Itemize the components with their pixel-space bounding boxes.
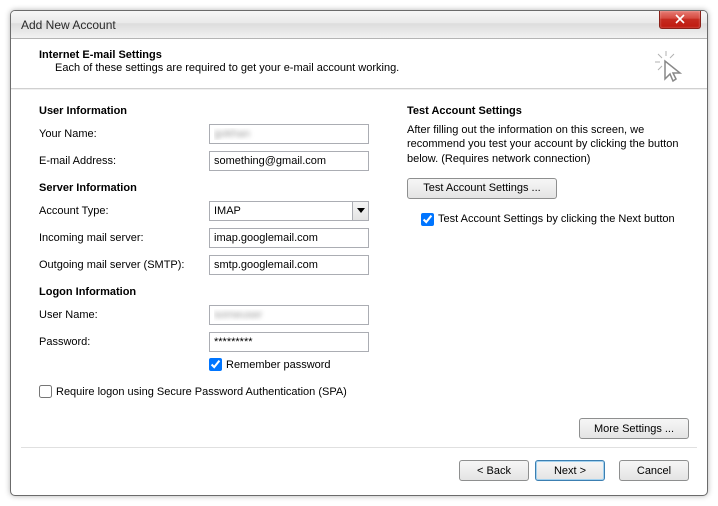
cursor-icon xyxy=(653,49,689,88)
left-column: User Information Your Name: E-mail Addre… xyxy=(39,101,399,418)
row-password: Password: xyxy=(39,331,399,353)
row-remember-password: Remember password xyxy=(209,358,399,371)
label-incoming: Incoming mail server: xyxy=(39,232,209,244)
cancel-button[interactable]: Cancel xyxy=(619,460,689,481)
spa-label: Require logon using Secure Password Auth… xyxy=(56,386,347,398)
incoming-input[interactable] xyxy=(209,228,369,248)
row-spa: Require logon using Secure Password Auth… xyxy=(39,385,399,398)
more-settings-button[interactable]: More Settings ... xyxy=(579,418,689,439)
test-on-next-label: Test Account Settings by clicking the Ne… xyxy=(438,213,675,225)
label-email: E-mail Address: xyxy=(39,155,209,167)
dialog-header: Internet E-mail Settings Each of these s… xyxy=(11,39,707,89)
row-outgoing: Outgoing mail server (SMTP): xyxy=(39,254,399,276)
label-account-type: Account Type: xyxy=(39,205,209,217)
row-user-name: User Name: xyxy=(39,304,399,326)
row-email: E-mail Address: xyxy=(39,150,399,172)
password-input[interactable] xyxy=(209,332,369,352)
remember-password-label: Remember password xyxy=(226,359,331,371)
account-type-value: IMAP xyxy=(214,205,241,217)
row-test-on-next: Test Account Settings by clicking the Ne… xyxy=(421,213,689,226)
chevron-down-icon xyxy=(352,202,368,220)
dialog-body: User Information Your Name: E-mail Addre… xyxy=(11,89,707,418)
account-type-combo[interactable]: IMAP xyxy=(209,201,369,221)
row-account-type: Account Type: IMAP xyxy=(39,200,399,222)
email-input[interactable] xyxy=(209,151,369,171)
row-your-name: Your Name: xyxy=(39,123,399,145)
section-server-info: Server Information xyxy=(39,182,399,194)
label-user-name: User Name: xyxy=(39,309,209,321)
back-button[interactable]: < Back xyxy=(459,460,529,481)
label-password: Password: xyxy=(39,336,209,348)
section-logon-info: Logon Information xyxy=(39,286,399,298)
dialog-body-wrap: User Information Your Name: E-mail Addre… xyxy=(11,89,707,495)
titlebar: Add New Account xyxy=(11,11,707,39)
header-subtitle: Each of these settings are required to g… xyxy=(55,62,691,74)
section-test: Test Account Settings xyxy=(407,105,689,117)
test-account-button[interactable]: Test Account Settings ... xyxy=(407,178,557,199)
section-user-info: User Information xyxy=(39,105,399,117)
user-name-input[interactable] xyxy=(209,305,369,325)
label-outgoing: Outgoing mail server (SMTP): xyxy=(39,259,209,271)
window-title: Add New Account xyxy=(21,18,116,32)
test-on-next-checkbox[interactable] xyxy=(421,213,434,226)
spa-checkbox[interactable] xyxy=(39,385,52,398)
header-title: Internet E-mail Settings xyxy=(39,49,691,61)
next-button[interactable]: Next > xyxy=(535,460,605,481)
label-your-name: Your Name: xyxy=(39,128,209,140)
right-column: Test Account Settings After filling out … xyxy=(399,101,689,418)
dialog-window: Add New Account Internet E-mail Settings… xyxy=(10,10,708,496)
test-description: After filling out the information on thi… xyxy=(407,123,689,166)
dialog-footer: < Back Next > Cancel xyxy=(11,448,707,495)
row-incoming: Incoming mail server: xyxy=(39,227,399,249)
close-icon xyxy=(675,14,685,24)
remember-password-checkbox[interactable] xyxy=(209,358,222,371)
close-button[interactable] xyxy=(659,11,701,29)
more-settings-row: More Settings ... xyxy=(11,418,707,447)
your-name-input[interactable] xyxy=(209,124,369,144)
outgoing-input[interactable] xyxy=(209,255,369,275)
